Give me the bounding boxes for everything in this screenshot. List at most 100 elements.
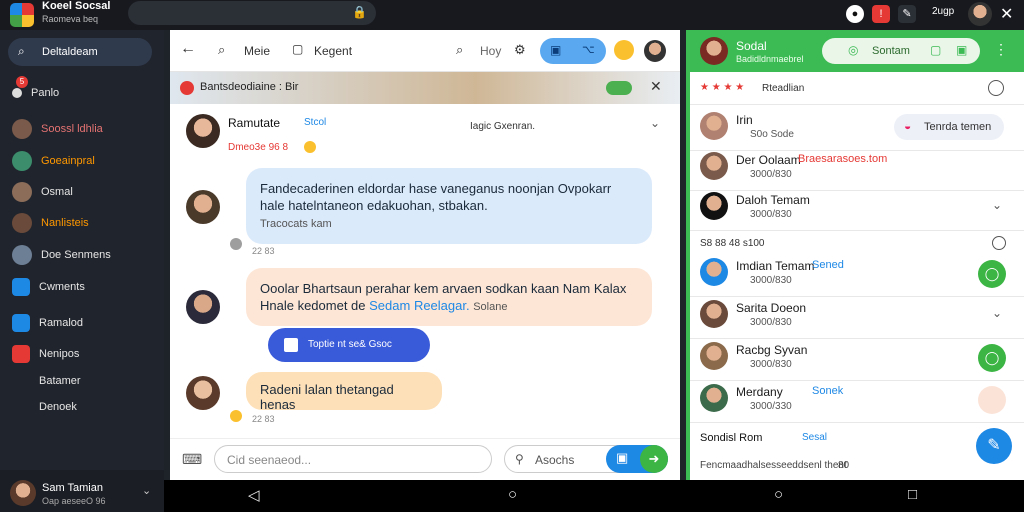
search-icon[interactable]: ⌕: [218, 42, 225, 58]
sidebar-item-icon: [12, 345, 30, 363]
message-bubble[interactable]: Fandecaderinen eldordar hase vaneganus n…: [246, 168, 652, 244]
compose-fab-button[interactable]: ✎: [976, 428, 1012, 464]
sidebar-item[interactable]: Batamer: [12, 370, 81, 392]
message-body: Ooolar Bhartsaun perahar kem arvaen sodk…: [260, 280, 638, 316]
panel-list-item[interactable]: Racbg Syvan 3000/830 ◯: [700, 342, 1010, 374]
chat-icon: ▢: [930, 43, 942, 57]
sidebar-item-label: Panlo: [31, 87, 60, 99]
divider: [690, 230, 1024, 231]
nav-home-icon-secondary[interactable]: ○: [774, 486, 783, 503]
panel-list-item[interactable]: Merdany Sonek 3000/330: [700, 384, 1010, 416]
play-icon[interactable]: [992, 236, 1006, 250]
contact-avatar[interactable]: [186, 114, 220, 148]
panel-list-item[interactable]: Irin S0o Sode: [700, 112, 1010, 144]
message-input[interactable]: Cid seenaeod...: [214, 445, 492, 473]
emoji-icon[interactable]: [614, 40, 634, 60]
sidebar-item[interactable]: Nenipos: [12, 343, 79, 365]
settings-icon[interactable]: ⚙: [514, 42, 526, 58]
notification-icon[interactable]: ●: [846, 5, 864, 23]
panel-item-name: Daloh Temam: [736, 193, 810, 207]
search-icon[interactable]: ⌕: [456, 42, 463, 58]
more-icon[interactable]: ⋮: [994, 41, 1008, 58]
top-user-label[interactable]: 2ugp: [932, 6, 954, 17]
chat-icon[interactable]: ▢: [292, 42, 303, 56]
file-attachment-button[interactable]: Toptie nt se& Gsoc: [268, 328, 430, 362]
close-icon[interactable]: ✕: [650, 78, 662, 95]
panel-item-avatar: [700, 112, 728, 140]
panel-item-name: Racbg Syvan: [736, 343, 808, 357]
chevron-down-icon[interactable]: ⌄: [142, 484, 151, 497]
composer-bar: ⌨ Cid seenaeod... ⚲ Asochs ☺ ▣ ➜: [170, 438, 680, 480]
search-label[interactable]: Hoy: [480, 44, 501, 58]
panel-item-name: Sarita Doeon: [736, 301, 807, 315]
nav-recent-icon[interactable]: □: [908, 486, 917, 503]
more-label[interactable]: Meie: [244, 44, 270, 58]
chevron-down-icon[interactable]: ⌄: [650, 116, 660, 130]
panel-item-link[interactable]: Sonek: [812, 385, 843, 397]
sidebar-search[interactable]: ⌕ Deltaldeam: [8, 38, 152, 66]
panel-item-meta: 3000/330: [750, 401, 792, 412]
panel-item-link[interactable]: Sened: [812, 259, 844, 271]
message-bubble[interactable]: Ooolar Bhartsaun perahar kem arvaen sodk…: [246, 268, 652, 326]
panel-header: Sodal Badidldnmaebrel ◎ Sontam ▢ ▣ ⋮: [686, 30, 1024, 72]
sidebar-item[interactable]: Osmal: [12, 181, 73, 203]
chat-avatar[interactable]: [644, 40, 666, 62]
message-bubble[interactable]: Radeni lalan thetangad henas: [246, 372, 442, 412]
nav-home-icon[interactable]: ○: [508, 486, 517, 503]
sidebar-footer[interactable]: Sam Tamian Oap aeseeO 96 ⌄: [0, 470, 164, 512]
video-call-button[interactable]: ▣ ⌥: [540, 38, 606, 64]
nav-back-icon[interactable]: ◁: [248, 486, 260, 504]
chevron-down-icon[interactable]: ⌄: [992, 306, 1002, 320]
panel-subheader: Rteadlian: [762, 83, 805, 94]
call-button[interactable]: ◯: [978, 344, 1006, 372]
search-icon: ⌕: [18, 44, 25, 58]
clock-icon[interactable]: [988, 80, 1004, 96]
sidebar-item[interactable]: Cwments: [12, 276, 85, 298]
sidebar-item-label: Soossl ldhlia: [41, 123, 103, 135]
contact-badge: Stcol: [304, 117, 327, 128]
alert-icon[interactable]: !: [872, 5, 890, 23]
divider: [690, 190, 1024, 191]
edit-icon[interactable]: ✎: [898, 5, 916, 23]
sidebar-item[interactable]: Panlo 5: [12, 76, 60, 104]
sidebar-item-avatar: [12, 88, 22, 98]
send-group: ▣ ➜: [606, 445, 668, 473]
sidebar-item[interactable]: Soossl ldhlia: [12, 118, 103, 140]
panel-list-item[interactable]: Sarita Doeon 3000/830 ⌄: [700, 300, 1010, 332]
call-button[interactable]: ◯: [978, 260, 1006, 288]
chevron-down-icon[interactable]: ⌄: [992, 198, 1002, 212]
sidebar-item-label: Doe Senmens: [41, 249, 111, 261]
send-button[interactable]: ➜: [640, 445, 668, 473]
top-search-input[interactable]: [128, 1, 376, 25]
chat-toolbar: ← ⌕ Meie ▢ Kegent ⌕ Hoy ⚙ ▣ ⌥: [170, 30, 680, 72]
divider: [690, 422, 1024, 423]
divider: [690, 104, 1024, 105]
back-icon[interactable]: ←: [180, 40, 196, 58]
sidebar-item[interactable]: Nanlisteis: [12, 212, 89, 234]
notification-badge: 5: [16, 76, 28, 88]
keyboard-icon[interactable]: ⌨: [182, 451, 202, 468]
panel-list-item[interactable]: Der Oolaam Braesarasoes.tom 3000/830: [700, 152, 1010, 184]
attach-icon[interactable]: ▣: [616, 450, 628, 466]
contact-sub: Dmeo3e 96 8: [228, 142, 289, 153]
contact-name: Ramutate: [228, 116, 281, 130]
more-button[interactable]: [978, 386, 1006, 414]
top-avatar[interactable]: [968, 2, 992, 26]
sidebar-item[interactable]: Goeainpral: [12, 150, 95, 172]
read-indicator: [230, 410, 242, 422]
sidebar-item[interactable]: Ramalod: [12, 312, 83, 334]
panel-list-item[interactable]: Daloh Temam 3000/830 ⌄: [700, 192, 1010, 224]
panel-list-item[interactable]: Imdian Temam Sened 3000/830 ◯: [700, 258, 1010, 290]
message-link[interactable]: Sedam Reelagar.: [369, 298, 469, 313]
panel-header-button[interactable]: ◎ Sontam ▢ ▣: [822, 38, 980, 64]
panel-footer-link[interactable]: Sesal: [802, 432, 827, 443]
regent-label[interactable]: Kegent: [314, 44, 352, 58]
panel-item-link[interactable]: Braesarasoes.tom: [798, 153, 887, 165]
panel-item-avatar: [700, 258, 728, 286]
sidebar-item[interactable]: Doe Senmens: [12, 244, 111, 266]
sidebar-search-label: Deltaldeam: [42, 46, 98, 58]
app-subtitle: Raomeva beq: [42, 14, 99, 24]
close-icon[interactable]: ✕: [1000, 4, 1013, 24]
panel-avatar[interactable]: [700, 37, 728, 65]
sidebar-item[interactable]: Denoek: [12, 396, 77, 418]
